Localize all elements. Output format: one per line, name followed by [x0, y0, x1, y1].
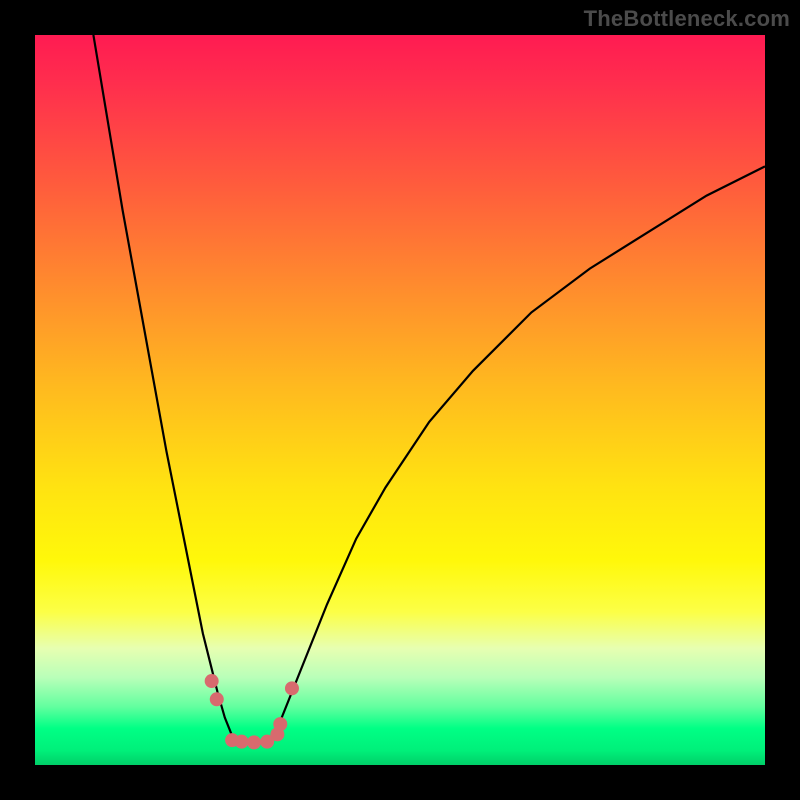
left-curve	[93, 35, 239, 743]
marker-dot	[235, 735, 249, 749]
watermark-label: TheBottleneck.com	[584, 6, 790, 32]
curves-layer	[35, 35, 765, 765]
right-curve	[269, 166, 765, 743]
marker-dot	[285, 681, 299, 695]
marker-dot	[210, 692, 224, 706]
marker-dot	[273, 717, 287, 731]
plot-area	[35, 35, 765, 765]
chart-frame: TheBottleneck.com	[0, 0, 800, 800]
marker-dot	[247, 735, 261, 749]
marker-dot	[205, 674, 219, 688]
